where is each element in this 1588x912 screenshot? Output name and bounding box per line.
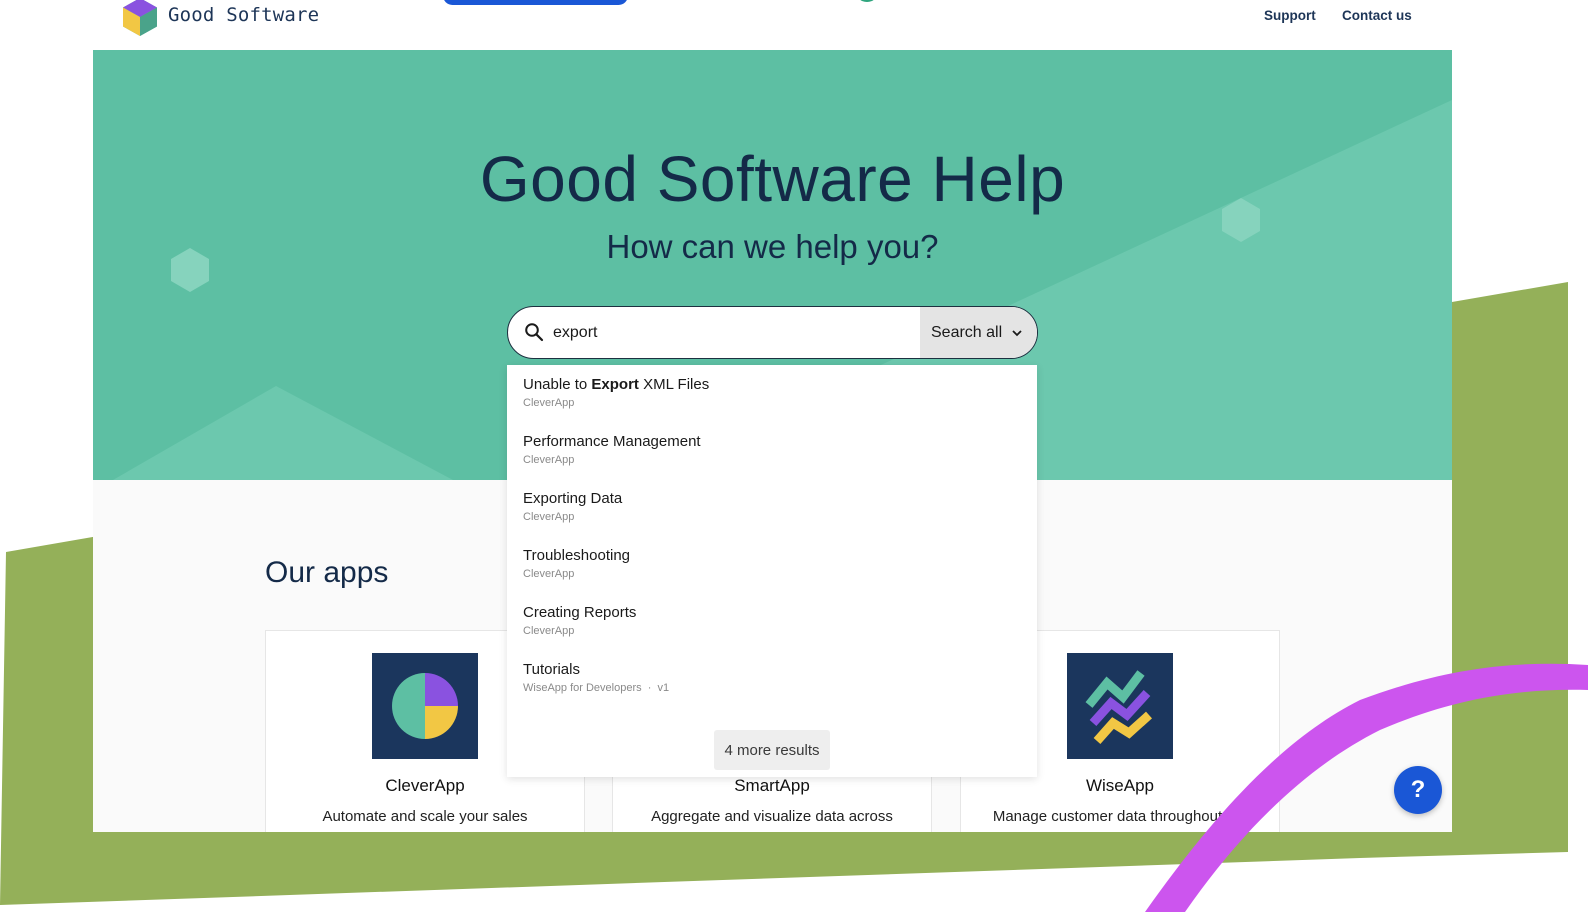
search-result-title: Unable to Export XML Files <box>523 376 710 393</box>
app-card-name: CleverApp <box>385 776 465 795</box>
search-result-item[interactable]: Unable to Export XML Files CleverApp <box>523 376 709 409</box>
app-card-name: WiseApp <box>1085 776 1155 795</box>
search-result-item[interactable]: Troubleshooting CleverApp <box>523 547 630 580</box>
search-result-app: CleverApp <box>523 511 575 523</box>
search-scope-select[interactable]: Search all <box>920 307 1037 358</box>
app-card-description: Aggregate and visualize data across <box>651 808 893 825</box>
search-result-item[interactable]: Creating Reports CleverApp <box>523 604 636 637</box>
search-result-title: Troubleshooting <box>523 547 631 564</box>
search-match-highlight: Export <box>591 376 639 393</box>
search-result-title: Creating Reports <box>523 604 637 621</box>
search-result-app: CleverApp <box>523 454 575 466</box>
site-header: Good Software Support Contact us <box>93 0 1452 50</box>
search-result-version: v1 <box>657 682 670 694</box>
search-result-title: Tutorials <box>523 661 580 678</box>
search-result-app: CleverApp <box>523 568 575 580</box>
search-result-app: CleverApp <box>523 397 575 409</box>
page-title: Good Software Help <box>479 143 1066 215</box>
app-card-name: SmartApp <box>734 776 810 795</box>
search-result-app: CleverApp <box>523 625 575 637</box>
search-icon[interactable] <box>524 322 544 342</box>
help-button[interactable]: ? <box>1394 766 1442 814</box>
search-result-app: WiseApp for Developers · v1 <box>523 682 670 694</box>
search-scope-label: Search all <box>931 323 1003 341</box>
help-center-page: Good Software Support Contact us Good So… <box>93 0 1452 832</box>
search-bar: Search all <box>507 306 1038 359</box>
search-results-dropdown: Unable to Export XML Files CleverApp Per… <box>507 365 1037 777</box>
search-result-title: Performance Management <box>523 433 701 450</box>
search-result-item[interactable]: Tutorials WiseApp for Developers · v1 <box>523 661 669 694</box>
app-card-description: Automate and scale your sales <box>322 808 528 825</box>
cleverapp-icon <box>372 653 478 759</box>
hexagon-logo-icon[interactable] <box>123 0 157 36</box>
header-cta-button[interactable] <box>443 0 628 5</box>
chevron-down-icon <box>1012 329 1022 336</box>
wiseapp-icon <box>1067 653 1173 759</box>
apps-section-title: Our apps <box>265 556 389 589</box>
search-result-item[interactable]: Performance Management CleverApp <box>523 433 701 466</box>
brand-name[interactable]: Good Software <box>168 4 319 26</box>
search-result-item[interactable]: Exporting Data CleverApp <box>523 490 622 523</box>
nav-support-link[interactable]: Support <box>1264 8 1316 23</box>
header-decoration <box>855 0 879 2</box>
search-result-title: Exporting Data <box>523 490 623 507</box>
search-input[interactable] <box>553 307 913 358</box>
app-card-description: Manage customer data throughout the <box>992 808 1248 825</box>
more-results-button[interactable]: 4 more results <box>714 730 830 770</box>
page-subtitle: How can we help you? <box>606 228 939 265</box>
nav-contact-link[interactable]: Contact us <box>1342 8 1412 23</box>
